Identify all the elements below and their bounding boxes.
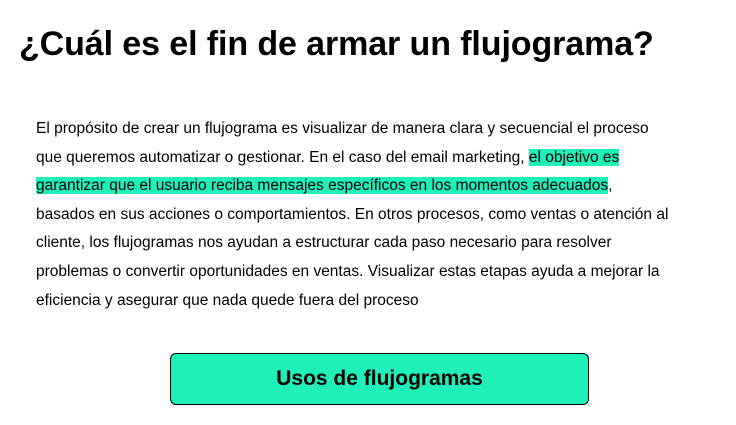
paragraph-line: basados en sus acciones o comportamiento…: [36, 205, 669, 223]
paragraph-line: problemas o convertir oportunidades en v…: [36, 262, 660, 280]
paragraph-line: que queremos automatizar o gestionar. En…: [36, 144, 716, 173]
paragraph-text: ,: [608, 177, 613, 195]
paragraph-line: eficiencia y asegurar que nada quede fue…: [36, 291, 419, 309]
usos-de-flujogramas-button[interactable]: Usos de flujogramas: [170, 353, 589, 405]
page-title: ¿Cuál es el fin de armar un flujograma?: [19, 25, 654, 63]
highlighted-text: el objetivo es: [528, 148, 620, 166]
paragraph-line: cliente, los flujogramas nos ayudan a es…: [36, 234, 612, 252]
paragraph-line: El propósito de crear un flujograma es v…: [36, 120, 649, 137]
highlighted-text: garantizar que el usuario reciba mensaje…: [36, 177, 609, 195]
body-paragraph: El propósito de crear un flujograma es v…: [36, 115, 716, 315]
paragraph-line: garantizar que el usuario reciba mensaje…: [36, 172, 716, 201]
paragraph-text: que queremos automatizar o gestionar. En…: [36, 148, 529, 166]
